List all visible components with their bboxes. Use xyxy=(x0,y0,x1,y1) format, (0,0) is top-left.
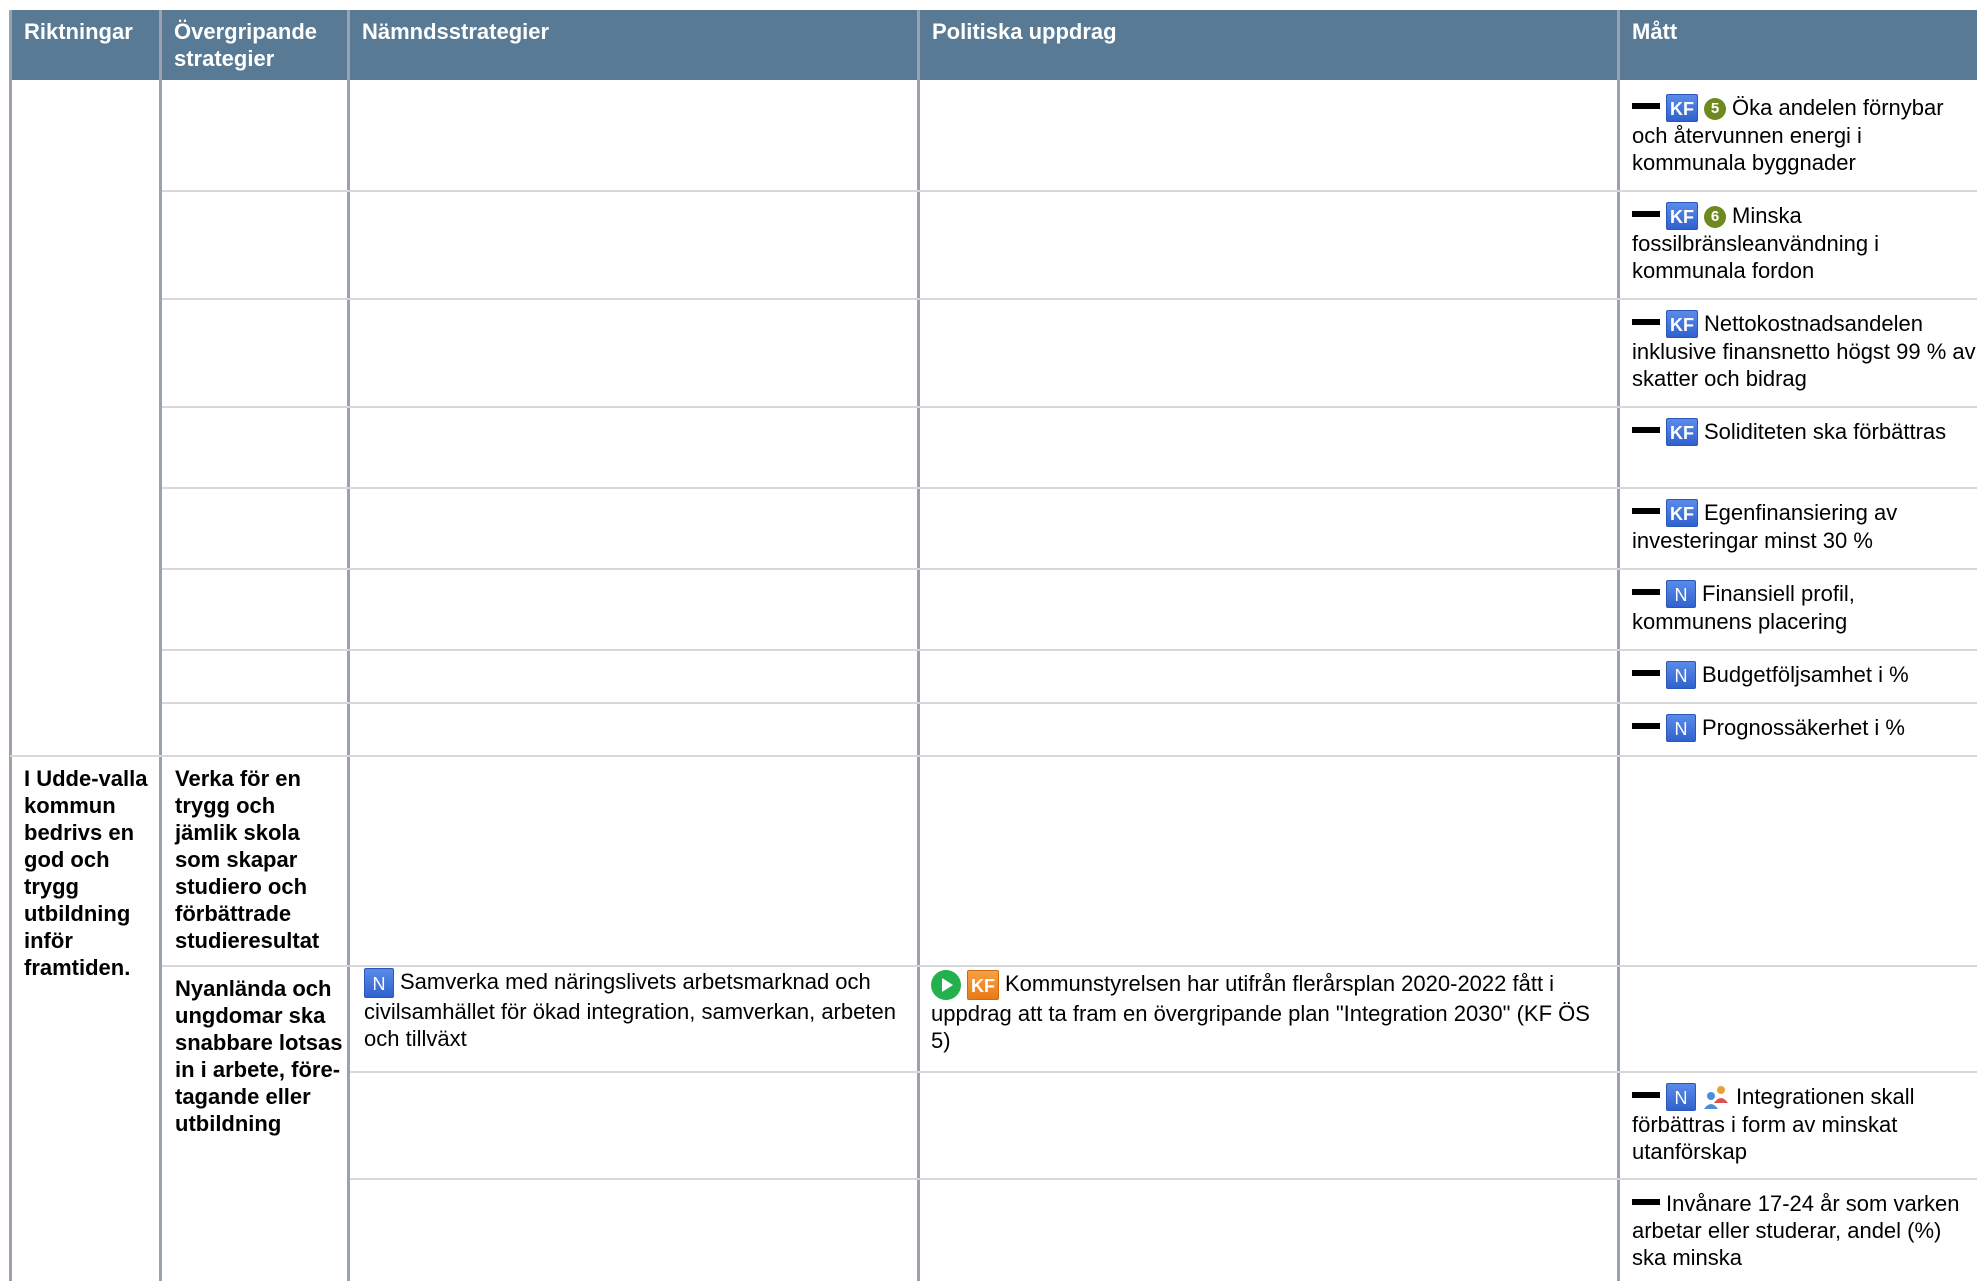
kf-badge-icon: KF xyxy=(1666,418,1698,446)
status-dash-icon xyxy=(1632,319,1660,325)
measure-item[interactable]: KF 6 Minska fossilbränsleanvändning i komm… xyxy=(1632,202,1977,284)
row-divider xyxy=(350,1071,1977,1073)
row-divider xyxy=(162,298,1977,300)
direction-text: I Udde-valla kommun bedrivs en god och t… xyxy=(24,766,148,980)
status-dash-icon xyxy=(1632,103,1660,109)
row-divider xyxy=(162,702,1977,704)
column-divider xyxy=(1617,10,1620,1281)
row-divider xyxy=(162,406,1977,408)
kf-badge-icon: KF xyxy=(967,970,999,1000)
measure-item[interactable]: N Budgetföljsamhet i % xyxy=(1632,661,1977,689)
column-divider xyxy=(347,10,350,1281)
status-dash-icon xyxy=(1632,670,1660,676)
status-dash-icon xyxy=(1632,1199,1660,1205)
strategy-text: Nyanlända och ungdomar ska snabbare lots… xyxy=(175,976,343,1136)
column-divider xyxy=(9,10,12,1281)
measure-text: Prognossäkerhet i % xyxy=(1702,715,1905,740)
column-divider xyxy=(917,10,920,1281)
row-divider xyxy=(162,649,1977,651)
row-divider xyxy=(162,487,1977,489)
status-dash-icon xyxy=(1632,427,1660,433)
row-divider xyxy=(162,190,1977,192)
kf-badge-icon: KF xyxy=(1666,499,1698,527)
goal-6-icon: 6 xyxy=(1704,206,1726,228)
row-divider xyxy=(162,965,1977,967)
board-strategy-item[interactable]: N Samverka med näringslivets arbetsmarkna… xyxy=(364,968,909,1052)
row-divider xyxy=(350,1178,1977,1180)
people-icon xyxy=(1704,1086,1728,1109)
measure-item[interactable]: KF Nettokostnadsandelen inklusive finansn… xyxy=(1632,310,1977,392)
status-dash-icon xyxy=(1632,723,1660,729)
row-divider xyxy=(162,568,1977,570)
n-badge-icon: N xyxy=(1666,580,1696,608)
header-politiska-uppdrag: Politiska uppdrag xyxy=(918,10,1618,80)
board-strategy-text: Samverka med näringslivets arbetsmarknad… xyxy=(364,969,896,1051)
status-dash-icon xyxy=(1632,1092,1660,1098)
status-dash-icon xyxy=(1632,211,1660,217)
political-assignment-text: Kommunstyrelsen har utifrån flerårsplan … xyxy=(931,971,1590,1053)
row-divider xyxy=(10,755,1977,757)
header-overgripande-strategier: Övergripande strategier xyxy=(160,10,348,80)
status-dash-icon xyxy=(1632,589,1660,595)
measure-item[interactable]: Invånare 17-24 år som varken arbetar ell… xyxy=(1632,1190,1977,1271)
status-dash-icon xyxy=(1632,508,1660,514)
kf-badge-icon: KF xyxy=(1666,202,1698,230)
measure-text: Budgetföljsamhet i % xyxy=(1702,662,1909,687)
measure-item[interactable]: N Finansiell profil, kommunens placering xyxy=(1632,580,1977,635)
n-badge-icon: N xyxy=(364,968,394,998)
kf-badge-icon: KF xyxy=(1666,310,1698,338)
header-matt: Mått xyxy=(1618,10,1977,80)
n-badge-icon: N xyxy=(1666,661,1696,689)
measure-item[interactable]: N Prognossäkerhet i % xyxy=(1632,714,1977,742)
measure-item[interactable]: N Integrationen skall förbättras i form a… xyxy=(1632,1083,1977,1165)
n-badge-icon: N xyxy=(1666,714,1696,742)
goal-5-icon: 5 xyxy=(1704,98,1726,120)
header-namndsstrategier: Nämndsstrategier xyxy=(348,10,918,80)
measure-item[interactable]: KF 5 Öka andelen förnybar och återvunnen e… xyxy=(1632,94,1977,176)
measure-text: Invånare 17-24 år som varken arbetar ell… xyxy=(1632,1191,1960,1270)
column-divider xyxy=(159,10,162,1281)
measure-text: Soliditeten ska förbättras xyxy=(1704,419,1947,444)
n-badge-icon: N xyxy=(1666,1083,1696,1111)
header-riktningar: Riktningar xyxy=(10,10,160,80)
measure-item[interactable]: KF Soliditeten ska förbättras xyxy=(1632,418,1977,446)
political-assignment-item[interactable]: KF Kommunstyrelsen har utifrån flerårspla… xyxy=(931,970,1611,1054)
strategy-text: Verka för en trygg och jämlik skola som … xyxy=(175,766,320,953)
play-icon xyxy=(931,970,961,1000)
measure-item[interactable]: KF Egenfinansiering av investeringar mins… xyxy=(1632,499,1977,554)
kf-badge-icon: KF xyxy=(1666,94,1698,122)
